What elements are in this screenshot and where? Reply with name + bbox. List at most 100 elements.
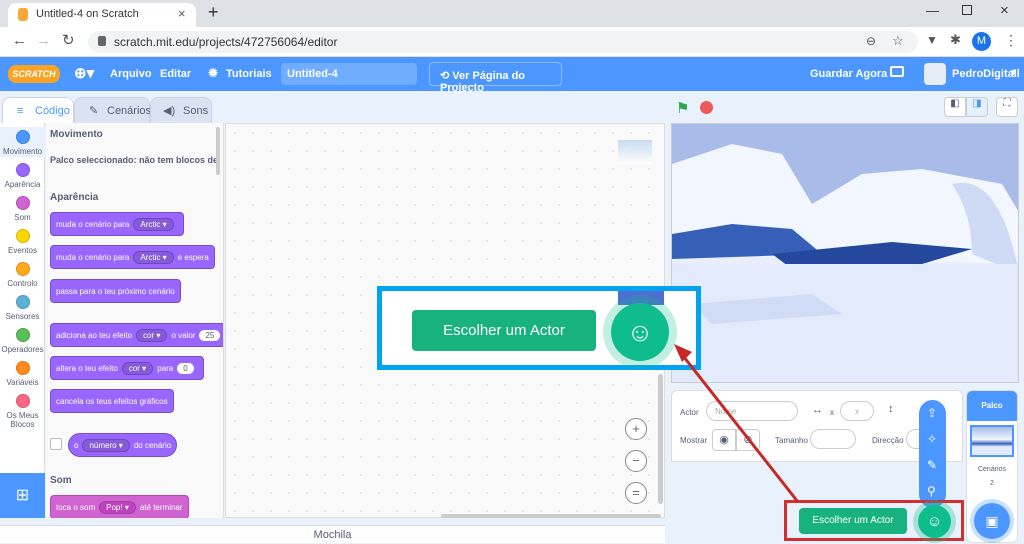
forward-icon[interactable]: →	[36, 32, 51, 49]
choose-sprite-tooltip-zoomed: Escolher um Actor	[412, 310, 596, 351]
choose-backdrop-button[interactable]: ▣	[974, 503, 1010, 539]
number-input[interactable]: 25	[199, 329, 221, 341]
language-globe-icon[interactable]: ⊕▾	[74, 64, 94, 82]
number-input[interactable]: 0	[177, 362, 194, 374]
tab-costumes[interactable]: ✎ Cenários	[74, 97, 151, 123]
backdrop-dropdown[interactable]: Arctic ▾	[133, 217, 174, 231]
effect-dropdown[interactable]: cor ▾	[136, 328, 168, 342]
see-project-icon: ⟲	[440, 70, 453, 82]
see-project-page-button[interactable]: ⟲ Ver Página do Projecto	[429, 62, 562, 94]
category-sound[interactable]: Som	[0, 196, 45, 222]
category-events[interactable]: Eventos	[0, 229, 45, 255]
actor-label: Actor	[680, 408, 699, 417]
play-sound-until-done-block[interactable]: toca o som Pop! ▾ até terminar	[50, 495, 189, 518]
category-operators[interactable]: Operadores	[0, 328, 45, 354]
category-label: Aparência	[4, 180, 41, 189]
change-effect-block[interactable]: adiciona ao teu efeito cor ▾ o valor 25	[50, 323, 223, 347]
effect-dropdown[interactable]: cor ▾	[121, 361, 154, 375]
category-dot	[15, 394, 30, 408]
backdrops-count: 2	[990, 480, 994, 487]
zoom-in-button[interactable]: +	[625, 418, 647, 440]
restore-icon[interactable]	[962, 5, 972, 15]
menu-tutorials[interactable]: Tutoriais	[226, 68, 272, 80]
browser-menu-icon[interactable]: ⋮	[1004, 32, 1018, 49]
extension-icon[interactable]: ▼	[926, 33, 938, 47]
fullscreen-button[interactable]: ⛶	[996, 97, 1018, 117]
tab-sounds[interactable]: ◀) Sons	[150, 97, 212, 123]
menu-edit[interactable]: Editar	[160, 68, 191, 80]
search-sprite-icon[interactable]: ⚲	[927, 484, 936, 498]
block-text: adiciona ao teu efeito	[56, 330, 133, 340]
x-input[interactable]: x	[840, 401, 874, 421]
surprise-sprite-icon[interactable]: ✧	[927, 432, 937, 446]
user-dropdown-chevron-icon[interactable]: ▼	[1009, 67, 1018, 77]
browser-tab-strip: Untitled-4 on Scratch × + — ×	[0, 0, 1024, 27]
small-stage-button[interactable]: ◧	[944, 97, 966, 117]
choose-sprite-button[interactable]: ☺	[918, 505, 951, 538]
paint-sprite-icon[interactable]: ✎	[927, 458, 937, 472]
puzzle-extensions-icon[interactable]: ✱	[950, 32, 961, 48]
stop-icon[interactable]	[700, 101, 713, 114]
menu-file[interactable]: Arquivo	[110, 68, 152, 80]
category-sensing[interactable]: Sensores	[0, 295, 45, 321]
tab-code[interactable]: ≡ Código	[2, 97, 74, 123]
sprite-name-input[interactable]: Nome	[706, 401, 798, 421]
show-hidden-button[interactable]: ⊘	[736, 429, 760, 451]
category-motion[interactable]: Movimento	[0, 127, 45, 157]
scratch-menu-bar: SCRATCH ⊕▾ Arquivo Editar ✹ Tutoriais Un…	[0, 57, 1024, 94]
switch-backdrop-block[interactable]: muda o cenário para Arctic ▾	[50, 212, 184, 236]
zoom-icon[interactable]: ⊖	[866, 34, 876, 48]
workspace-scrollbar-v[interactable]	[658, 374, 663, 504]
category-label: Som	[14, 213, 31, 222]
block-text: cancela os teus efeitos gráficos	[56, 396, 168, 406]
sprite-thumbnail-watermark	[618, 140, 652, 164]
upload-sprite-icon[interactable]: ⇪	[927, 406, 937, 420]
sound-dropdown[interactable]: Pop! ▾	[99, 500, 136, 514]
backdrop-number-reporter[interactable]: o número ▾ do cenário	[68, 433, 178, 457]
bookmark-star-icon[interactable]: ☆	[892, 33, 904, 49]
close-window-icon[interactable]: ×	[1000, 2, 1009, 19]
choose-sprite-button-zoomed: ☺	[611, 303, 669, 361]
new-tab-button[interactable]: +	[208, 2, 219, 23]
reporter-checkbox[interactable]	[50, 438, 62, 450]
next-backdrop-block[interactable]: passa para o teu próximo cenário	[50, 279, 181, 303]
green-flag-icon[interactable]: ⚑	[676, 99, 689, 117]
clear-effects-block[interactable]: cancela os teus efeitos gráficos	[50, 389, 174, 413]
profile-avatar[interactable]: M	[972, 32, 991, 51]
category-control[interactable]: Controlo	[0, 262, 45, 288]
minimize-icon[interactable]: —	[926, 3, 939, 18]
normal-stage-button[interactable]: ◨	[966, 97, 988, 117]
backpack-bar[interactable]: Mochila	[0, 525, 665, 543]
reload-icon[interactable]: ↻	[62, 31, 75, 49]
workspace-scrollbar-h[interactable]	[441, 514, 661, 518]
backdrop-dropdown[interactable]: Arctic ▾	[133, 250, 174, 264]
category-variables[interactable]: Variáveis	[0, 361, 45, 387]
user-avatar[interactable]	[924, 63, 946, 85]
scratch-logo[interactable]: SCRATCH	[8, 65, 60, 83]
url-field[interactable]: scratch.mit.edu/projects/472756064/edito…	[88, 31, 918, 53]
zoom-reset-button[interactable]: =	[625, 482, 647, 504]
category-my-blocks[interactable]: Os Meus Blocos	[0, 394, 45, 429]
set-effect-block[interactable]: altera o teu efeito cor ▾ para 0	[50, 356, 204, 380]
size-input[interactable]	[810, 429, 856, 449]
show-visible-button[interactable]: ◉	[712, 429, 736, 451]
category-dot	[15, 295, 30, 309]
add-extension-button[interactable]: ⊞	[0, 473, 45, 518]
palette-scrollbar[interactable]	[216, 127, 220, 175]
close-tab-icon[interactable]: ×	[178, 6, 186, 21]
browser-tab[interactable]: Untitled-4 on Scratch ×	[8, 3, 196, 27]
stage-canvas[interactable]	[671, 123, 1019, 383]
my-stuff-folder-icon[interactable]	[890, 66, 904, 77]
category-dot	[15, 229, 30, 243]
category-dot	[15, 130, 30, 144]
direction-label: Direcção	[872, 436, 904, 445]
back-icon[interactable]: ←	[12, 32, 27, 49]
save-now-button[interactable]: Guardar Agora	[810, 68, 887, 80]
switch-backdrop-wait-block[interactable]: muda o cenário para Arctic ▾ e espera	[50, 245, 215, 269]
number-name-dropdown[interactable]: número ▾	[82, 438, 130, 452]
category-looks[interactable]: Aparência	[0, 163, 45, 189]
project-title-input[interactable]: Untitled-4	[281, 63, 417, 85]
stage-selector[interactable]: Palco Cenários 2 ▣	[966, 390, 1018, 543]
add-extension-icon: ⊞	[15, 487, 30, 504]
zoom-out-button[interactable]: −	[625, 450, 647, 472]
